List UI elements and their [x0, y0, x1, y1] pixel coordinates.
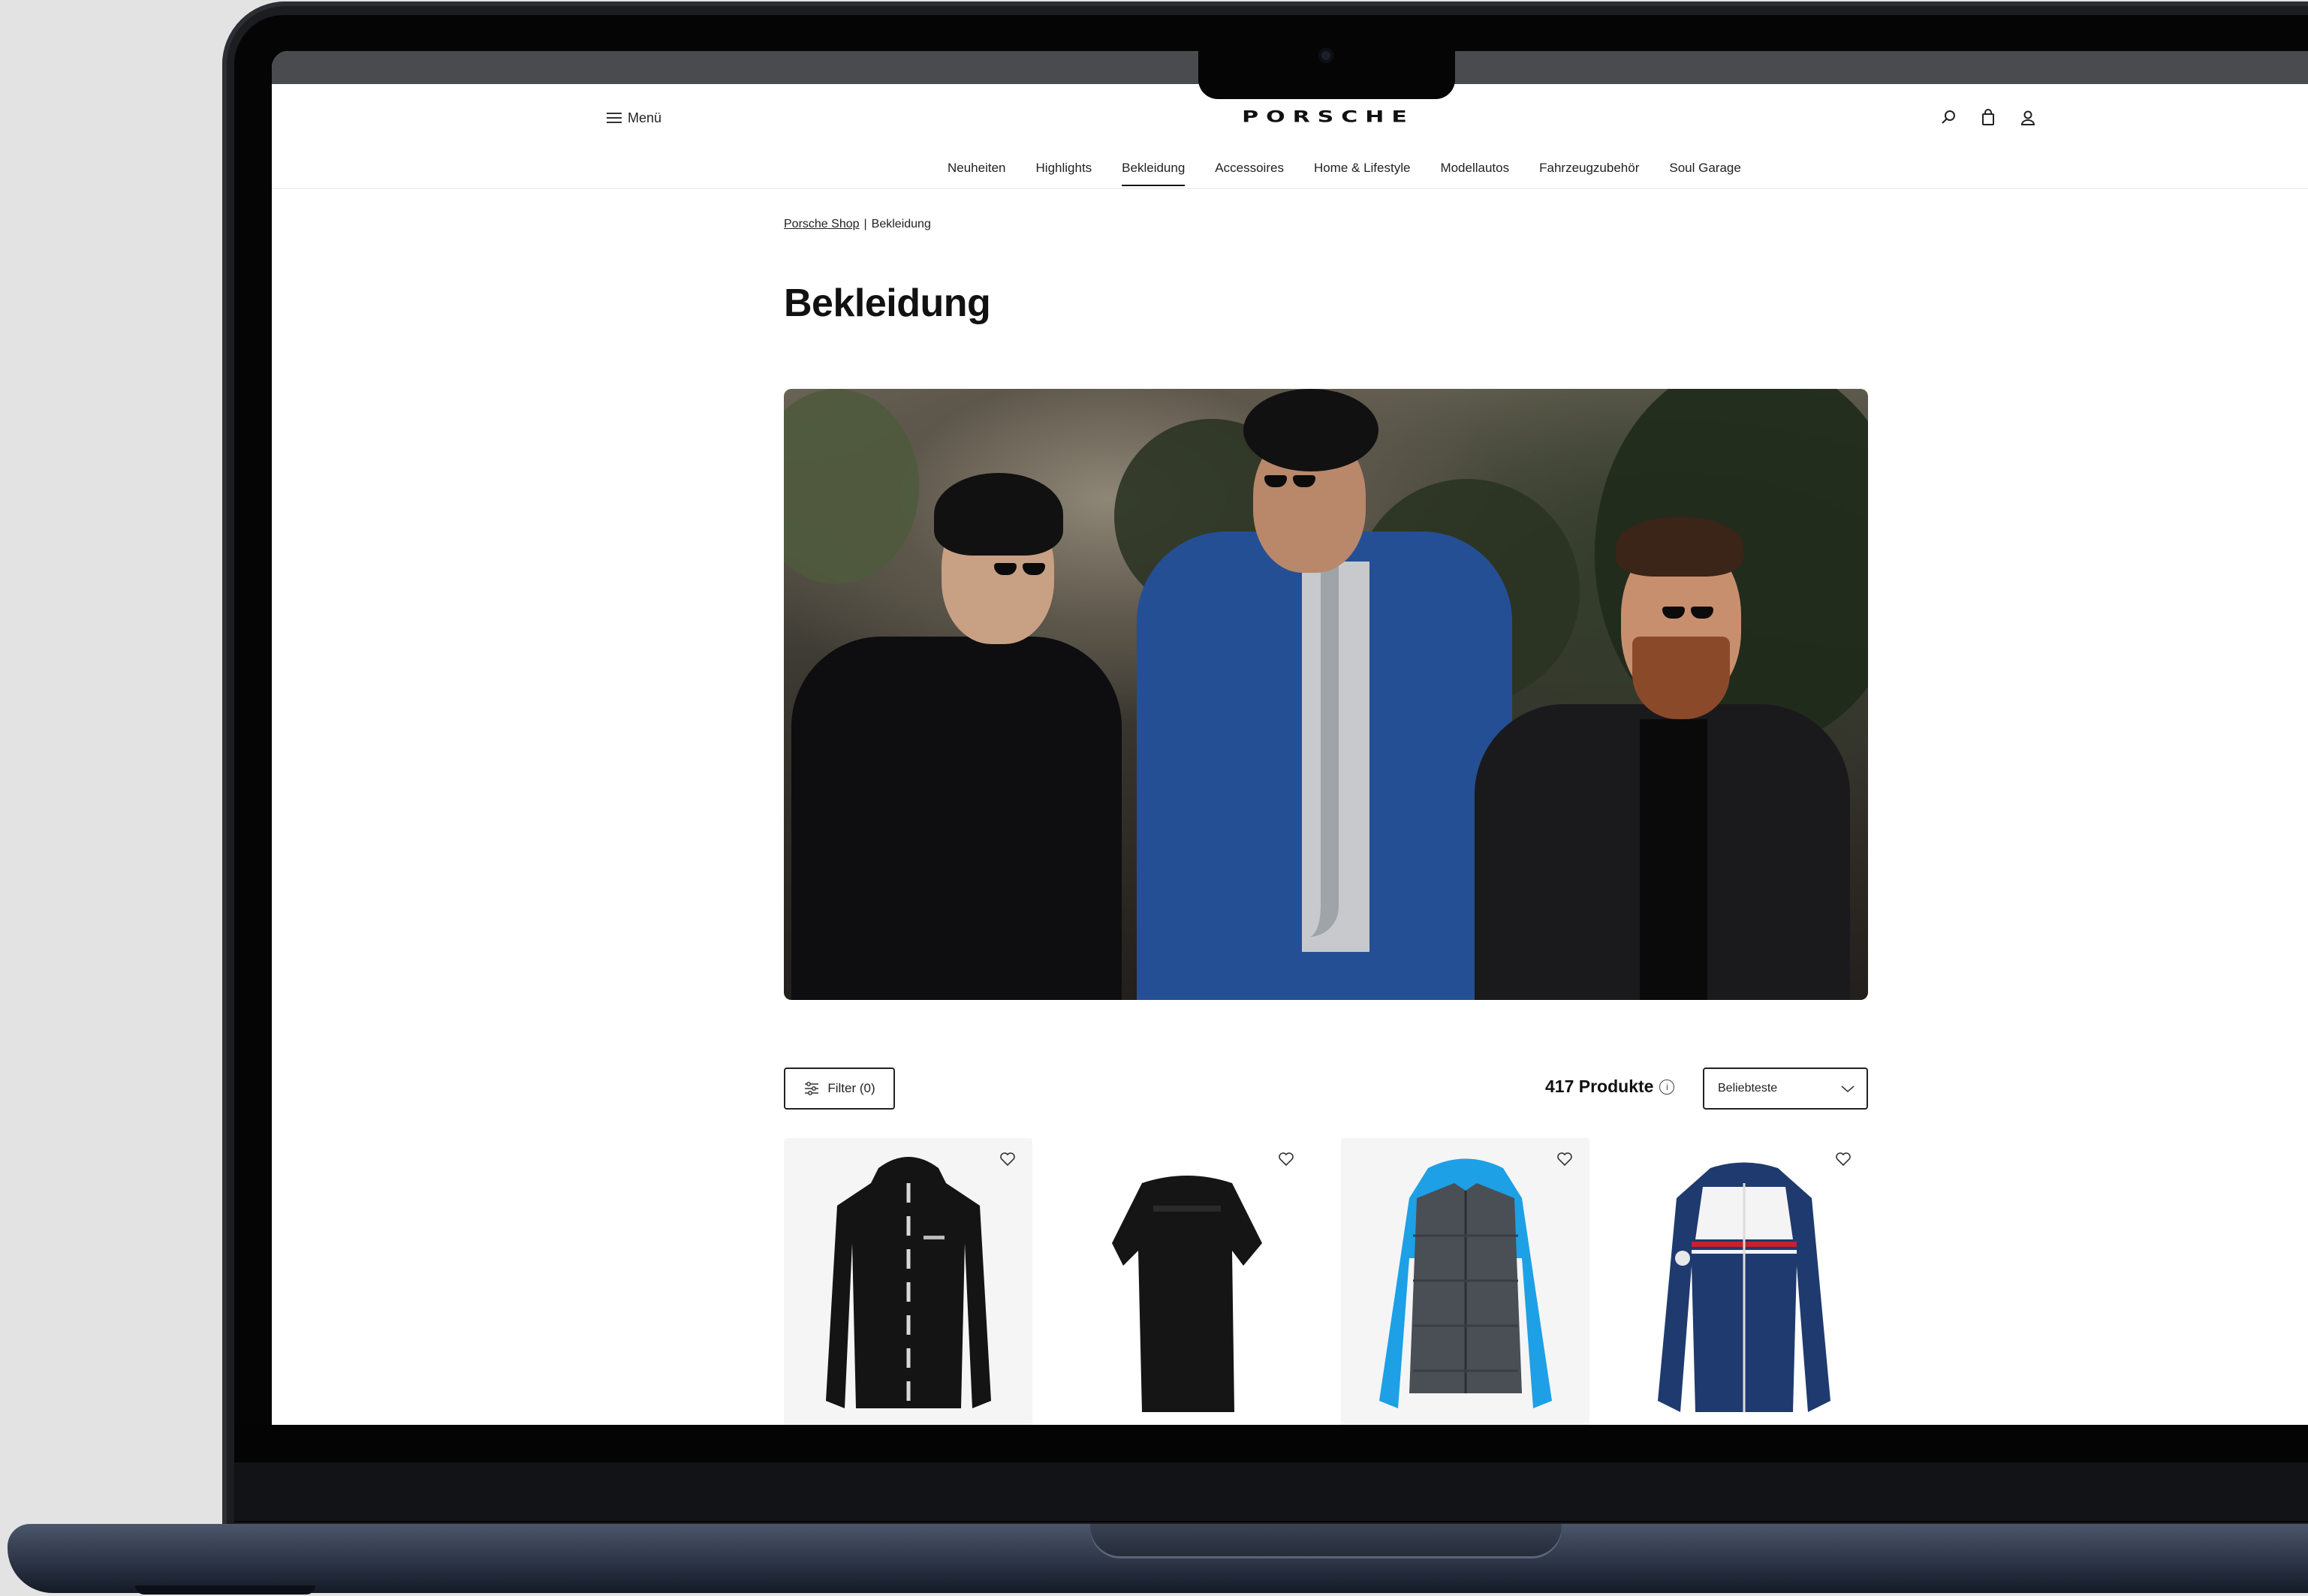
black-t-shirt-icon [1111, 1176, 1262, 1412]
shopping-bag-icon[interactable] [1977, 107, 1999, 129]
heart-icon[interactable] [1278, 1152, 1294, 1167]
sort-selected-value: Beliebteste [1718, 1082, 1778, 1095]
navy-racing-jacket-icon [1657, 1162, 1830, 1412]
category-nav-list: Neuheiten Highlights Bekleidung Accessoi… [933, 153, 1756, 188]
laptop-foot [135, 1585, 315, 1594]
nav-item-accessoires[interactable]: Accessoires [1200, 153, 1299, 188]
category-nav: Neuheiten Highlights Bekleidung Accessoi… [272, 153, 2308, 189]
heart-icon[interactable] [999, 1152, 1016, 1167]
nav-item-home-lifestyle[interactable]: Home & Lifestyle [1299, 153, 1426, 188]
lower-bezel [234, 1425, 2308, 1521]
breadcrumb-separator: | [863, 218, 867, 230]
breadcrumb: Porsche Shop | Bekleidung [784, 218, 931, 231]
account-icon[interactable] [2017, 107, 2039, 129]
black-hoodie-jacket-icon [825, 1157, 991, 1408]
nav-item-modellautos[interactable]: Modellautos [1425, 153, 1524, 188]
product-count-text: 417 Produkte [1545, 1077, 1654, 1096]
sort-select[interactable]: Beliebteste [1703, 1068, 1868, 1110]
nav-item-fahrzeugzubehoer[interactable]: Fahrzeugzubehör [1524, 153, 1654, 188]
blue-grey-puffer-vest-icon [1378, 1158, 1552, 1408]
filter-sliders-icon [805, 1082, 819, 1095]
hero-image [784, 389, 1868, 1000]
filter-label: Filter (0) [827, 1081, 875, 1095]
info-icon[interactable]: i [1659, 1079, 1675, 1095]
breadcrumb-current: Bekleidung [871, 218, 931, 230]
nav-item-bekleidung[interactable]: Bekleidung [1107, 153, 1200, 188]
product-card[interactable] [1620, 1138, 1868, 1425]
page-title: Bekleidung [784, 282, 991, 325]
nav-item-soul-garage[interactable]: Soul Garage [1654, 153, 1755, 188]
browser-viewport: Menü PORSCHE Neuheiten Highlights Beklei… [272, 51, 2308, 1425]
product-grid [784, 1138, 1868, 1425]
camera-icon [1318, 48, 1333, 63]
nav-item-neuheiten[interactable]: Neuheiten [933, 153, 1021, 188]
product-card[interactable] [1341, 1138, 1589, 1425]
hamburger-icon [607, 113, 622, 123]
laptop-opening-notch [1090, 1524, 1562, 1558]
chevron-down-icon [1841, 1086, 1855, 1092]
menu-label: Menü [628, 110, 662, 125]
breadcrumb-link-shop[interactable]: Porsche Shop [784, 218, 860, 231]
nav-item-highlights[interactable]: Highlights [1021, 153, 1107, 188]
search-icon[interactable] [1937, 107, 1960, 129]
porsche-logo[interactable]: PORSCHE [1227, 107, 1430, 128]
filter-button[interactable]: Filter (0) [784, 1068, 895, 1110]
product-count: 417 Produkte i [1545, 1077, 1675, 1097]
product-card[interactable] [784, 1138, 1032, 1425]
product-card[interactable] [1062, 1138, 1311, 1425]
menu-button[interactable]: Menü [607, 107, 661, 129]
